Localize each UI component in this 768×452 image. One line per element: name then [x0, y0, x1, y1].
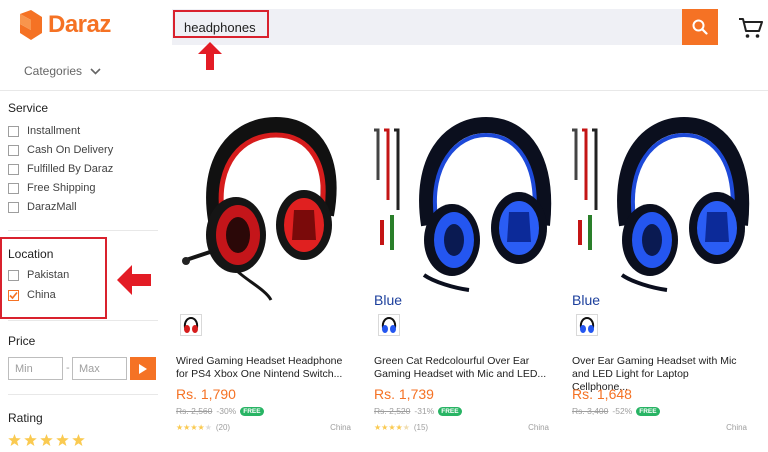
- color-label: Blue: [374, 292, 403, 308]
- filter-fulfilled-by-daraz[interactable]: Fulfilled By Daraz: [8, 163, 113, 175]
- product-card[interactable]: Blue Green Cat Redcolourful Over Ear Gam…: [374, 100, 554, 440]
- cart-button[interactable]: [738, 16, 764, 40]
- checkbox[interactable]: [8, 163, 19, 175]
- product-discount-row: Rs. 2,560 -30% FREE: [176, 406, 264, 416]
- rating-filter-5-stars[interactable]: [8, 434, 85, 446]
- product-title-line: for PS4 Xbox One Nintend Switch...: [176, 368, 343, 380]
- color-label: Blue: [572, 292, 601, 308]
- original-price: Rs. 2,560: [176, 406, 213, 416]
- rating-stars-icon: ★★★★★: [176, 423, 212, 432]
- daraz-logo[interactable]: Daraz: [20, 10, 111, 40]
- product-title-line: Over Ear Gaming Headset with Mic: [572, 355, 737, 367]
- product-discount-row: Rs. 3,400 -52% FREE: [572, 406, 660, 416]
- product-country: China: [726, 423, 747, 432]
- search-button[interactable]: [682, 9, 718, 45]
- daraz-logo-icon: [20, 10, 42, 40]
- product-price: Rs. 1,790: [176, 386, 236, 402]
- checkbox[interactable]: [8, 125, 19, 137]
- product-meta: China: [572, 423, 747, 432]
- logo-text: Daraz: [48, 11, 111, 38]
- product-price: Rs. 1,648: [572, 386, 632, 402]
- header-divider: [0, 90, 768, 91]
- discount-percent: -30%: [216, 406, 237, 416]
- product-image-blue-headset[interactable]: [374, 100, 554, 310]
- price-max-input[interactable]: Max: [72, 357, 127, 380]
- checkbox[interactable]: [8, 144, 19, 156]
- product-price: Rs. 1,739: [374, 386, 434, 402]
- free-shipping-badge: FREE: [636, 406, 660, 416]
- filter-label: Installment: [27, 125, 81, 137]
- product-card[interactable]: Wired Gaming Headset Headphone for PS4 X…: [176, 100, 356, 440]
- filter-label: DarazMall: [27, 201, 77, 213]
- product-image-red-headset[interactable]: [176, 100, 356, 310]
- chevron-down-icon: [90, 67, 101, 75]
- filter-label: Cash On Delivery: [27, 144, 114, 156]
- free-shipping-badge: FREE: [438, 406, 462, 416]
- star-icon: [56, 434, 69, 446]
- price-apply-button[interactable]: [130, 357, 156, 380]
- service-title: Service: [8, 101, 49, 115]
- product-title-line: Wired Gaming Headset Headphone: [176, 355, 343, 367]
- discount-percent: -31%: [414, 406, 435, 416]
- review-count: (15): [413, 423, 429, 432]
- checkbox[interactable]: [8, 201, 19, 213]
- filter-installment[interactable]: Installment: [8, 125, 80, 137]
- checkbox[interactable]: [8, 182, 19, 194]
- product-title[interactable]: Green Cat Redcolourful Over Ear Gaming H…: [374, 355, 549, 381]
- filter-label: Fulfilled By Daraz: [27, 163, 114, 175]
- free-shipping-badge: FREE: [240, 406, 264, 416]
- sidebar-divider: [8, 230, 158, 231]
- variant-thumbnail[interactable]: [378, 314, 400, 336]
- product-discount-row: Rs. 2,520 -31% FREE: [374, 406, 462, 416]
- original-price: Rs. 2,520: [374, 406, 411, 416]
- product-title[interactable]: Wired Gaming Headset Headphone for PS4 X…: [176, 355, 351, 381]
- headset-thumbnail-icon: [381, 316, 397, 333]
- arrow-left-icon: [117, 265, 151, 295]
- price-title: Price: [8, 334, 36, 348]
- categories-label: Categories: [24, 64, 83, 78]
- filter-darazmall[interactable]: DarazMall: [8, 201, 77, 213]
- variant-thumbnail[interactable]: [180, 314, 202, 336]
- discount-percent: -52%: [612, 406, 633, 416]
- review-count: (20): [215, 423, 231, 432]
- product-country: China: [528, 423, 549, 432]
- star-icon: [24, 434, 37, 446]
- sidebar-divider: [8, 394, 158, 395]
- play-icon: [139, 363, 147, 374]
- site-header: Daraz Categories: [0, 0, 768, 90]
- location-highlight-box: [0, 237, 107, 319]
- star-icon: [40, 434, 53, 446]
- search-icon: [692, 19, 708, 35]
- headset-thumbnail-icon: [183, 316, 199, 333]
- rating-stars-icon: ★★★★★: [374, 423, 410, 432]
- product-title-line: Green Cat Redcolourful Over Ear: [374, 355, 530, 367]
- price-min-placeholder: Min: [15, 362, 33, 375]
- original-price: Rs. 3,400: [572, 406, 609, 416]
- product-title-line: Gaming Headset with Mic and LED...: [374, 368, 547, 380]
- variant-thumbnail[interactable]: [576, 314, 598, 336]
- cart-icon: [739, 18, 763, 38]
- product-card[interactable]: Blue Over Ear Gaming Headset with Mic an…: [572, 100, 752, 440]
- filter-free-shipping[interactable]: Free Shipping: [8, 182, 96, 194]
- rating-title: Rating: [8, 411, 43, 425]
- filter-cash-on-delivery[interactable]: Cash On Delivery: [8, 144, 113, 156]
- product-meta: ★★★★★ (15) China: [374, 423, 549, 432]
- star-icon: [8, 434, 21, 446]
- search-highlight-box: [173, 10, 269, 38]
- price-min-input[interactable]: Min: [8, 357, 63, 380]
- filter-label: Free Shipping: [27, 182, 96, 194]
- headset-thumbnail-icon: [579, 316, 595, 333]
- sidebar-divider: [8, 320, 158, 321]
- arrow-up-icon: [198, 42, 222, 70]
- star-icon: [72, 434, 85, 446]
- price-max-placeholder: Max: [79, 362, 100, 375]
- price-separator: -: [66, 362, 70, 374]
- product-meta: ★★★★★ (20) China: [176, 423, 351, 432]
- product-image-blue-headset[interactable]: [572, 100, 752, 310]
- categories-dropdown[interactable]: Categories: [24, 64, 101, 78]
- product-country: China: [330, 423, 351, 432]
